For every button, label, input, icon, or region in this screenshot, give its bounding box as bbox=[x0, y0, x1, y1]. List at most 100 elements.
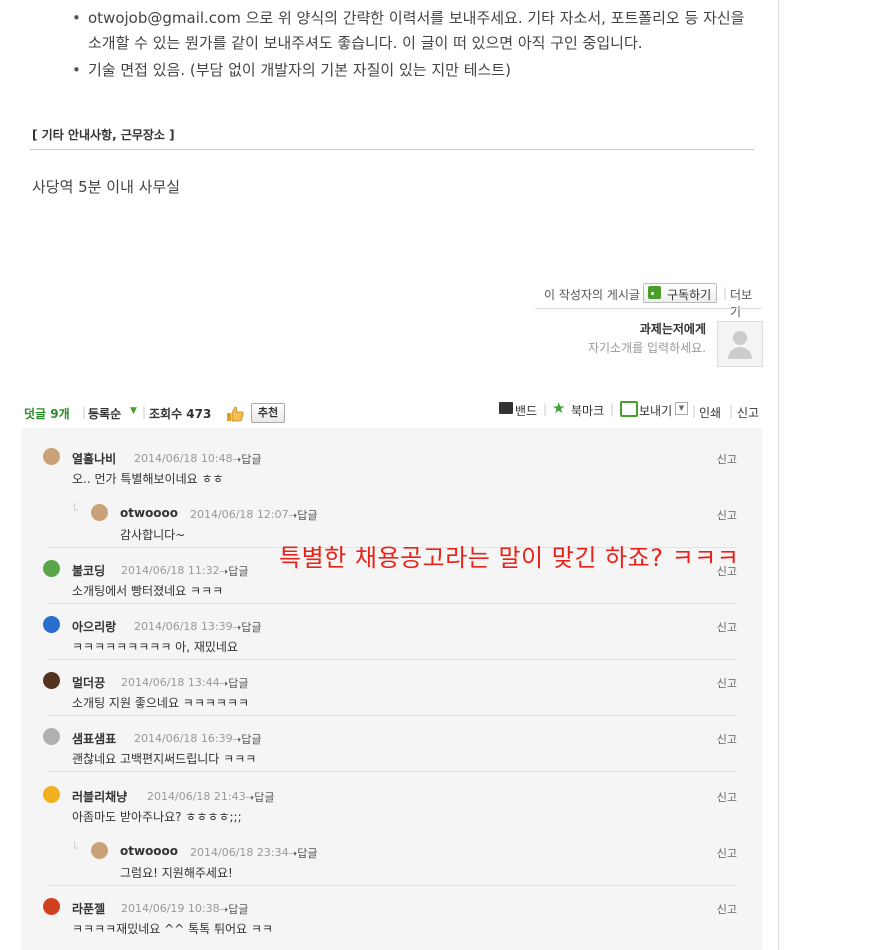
comment-date: 2014/06/18 13:39 bbox=[134, 620, 233, 633]
comment-text: 아좀마도 받아주나요? ㅎㅎㅎㅎ;;; bbox=[72, 810, 242, 824]
chevron-down-icon: ▼ bbox=[130, 406, 137, 416]
comment-author[interactable]: otwoooo bbox=[120, 844, 178, 858]
reply-label: 답글 bbox=[254, 791, 275, 804]
report-link[interactable]: 신고 bbox=[717, 507, 737, 523]
author-avatar[interactable] bbox=[717, 321, 763, 367]
reply-link[interactable]: ➝답글 bbox=[219, 675, 248, 691]
comment-author[interactable]: 멀더끙 bbox=[72, 674, 105, 691]
avatar[interactable] bbox=[43, 560, 60, 577]
divider: | bbox=[82, 405, 87, 419]
divider: | bbox=[729, 404, 734, 418]
report-link[interactable]: 신고 bbox=[717, 901, 737, 917]
reply-indent-icon: └ bbox=[71, 841, 79, 855]
comment-date: 2014/06/18 13:44 bbox=[121, 676, 220, 689]
reply-label: 답글 bbox=[297, 847, 318, 860]
sort-order-dropdown[interactable]: 등록순 bbox=[88, 405, 121, 422]
comment-item: 아으리랑 2014/06/18 13:39 ➝답글 ㅋㅋㅋㅋㅋㅋㅋㅋㅋ 아, 재밌네요… bbox=[21, 610, 762, 660]
comment-author[interactable]: 열흘나비 bbox=[72, 450, 116, 467]
reply-link[interactable]: ➝답글 bbox=[232, 451, 261, 467]
subscribe-button[interactable]: 구독하기 bbox=[643, 283, 717, 303]
comment-divider bbox=[46, 771, 737, 772]
reply-link[interactable]: ➝답글 bbox=[219, 901, 248, 917]
avatar[interactable] bbox=[43, 672, 60, 689]
comment-item: 샘표샘표 2014/06/18 16:39 ➝답글괜찮네요 고백편지써드립니다 ㅋㅋ… bbox=[21, 722, 762, 772]
star-icon: ★ bbox=[552, 399, 566, 417]
report-link[interactable]: 신고 bbox=[717, 789, 737, 805]
comment-text: ㅋㅋㅋㅋㅋㅋㅋㅋㅋ 아, 재밌네요 bbox=[72, 640, 239, 654]
comment-text: 소개팅 지원 좋으네요 ㅋㅋㅋㅋㅋㅋ bbox=[72, 696, 250, 710]
comment-author[interactable]: 라푼젤 bbox=[72, 900, 105, 917]
reply-link[interactable]: ➝답글 bbox=[232, 619, 261, 635]
reply-label: 답글 bbox=[228, 903, 249, 916]
reply-link[interactable]: ➝답글 bbox=[219, 563, 248, 579]
comment-divider bbox=[46, 715, 737, 716]
report-link[interactable]: 신고 bbox=[717, 451, 737, 467]
avatar[interactable] bbox=[43, 898, 60, 915]
comment-count[interactable]: 덧글 9개 bbox=[24, 405, 70, 422]
subscribe-label: 구독하기 bbox=[667, 288, 712, 302]
avatar[interactable] bbox=[43, 616, 60, 633]
avatar[interactable] bbox=[91, 504, 108, 521]
avatar[interactable] bbox=[43, 448, 60, 465]
reply-label: 답글 bbox=[241, 453, 262, 466]
comment-text: 그럼요! 지원해주세요! bbox=[120, 866, 233, 880]
recommend-button[interactable]: 추천 bbox=[251, 403, 285, 423]
comment-author[interactable]: otwoooo bbox=[120, 506, 178, 520]
divider: | bbox=[543, 402, 548, 416]
comment-author[interactable]: 샘표샘표 bbox=[72, 730, 116, 747]
divider: | bbox=[692, 404, 697, 418]
divider: | bbox=[142, 405, 147, 419]
section-divider bbox=[30, 149, 754, 150]
report-link[interactable]: 신고 bbox=[717, 731, 737, 747]
comment-item: 러블리채냥 2014/06/18 21:43 ➝답글 아좀마도 받아주나요? ㅎㅎㅎㅎ… bbox=[21, 780, 762, 830]
report-link[interactable]: 신고 bbox=[737, 404, 759, 421]
reply-link[interactable]: ➝답글 bbox=[288, 507, 317, 523]
reply-indent-icon: └ bbox=[71, 503, 79, 517]
comment-item: 멀더끙 2014/06/18 13:44 ➝답글소개팅 지원 좋으네요 ㅋㅋㅋㅋㅋㅋ… bbox=[21, 666, 762, 716]
comment-date: 2014/06/18 11:32 bbox=[121, 564, 220, 577]
reply-label: 답글 bbox=[228, 565, 249, 578]
reply-label: 답글 bbox=[297, 509, 318, 522]
avatar[interactable] bbox=[91, 842, 108, 859]
comment-text: 소개팅에서 빵터졌네요 ㅋㅋㅋ bbox=[72, 584, 224, 598]
content-border bbox=[778, 0, 779, 950]
report-link[interactable]: 신고 bbox=[717, 845, 737, 861]
post-bullet: otwojob@gmail.com 으로 위 양식의 간략한 이력서를 보내주세… bbox=[72, 6, 752, 56]
reply-link[interactable]: ➝답글 bbox=[245, 789, 274, 805]
comment-date: 2014/06/18 12:07 bbox=[190, 508, 289, 521]
section-title: [ 기타 안내사항, 근무장소 ] bbox=[32, 128, 175, 142]
comment-date: 2014/06/18 23:34 bbox=[190, 846, 289, 859]
comment-date: 2014/06/19 10:38 bbox=[121, 902, 220, 915]
reply-link[interactable]: ➝답글 bbox=[288, 845, 317, 861]
author-links: 이 작성자의 게시글 구독하기 | 더보기 bbox=[540, 283, 762, 319]
comment-date: 2014/06/18 16:39 bbox=[134, 732, 233, 745]
band-share-link[interactable]: 밴드 bbox=[515, 402, 537, 419]
print-link[interactable]: 인쇄 bbox=[699, 404, 721, 421]
more-link[interactable]: 더보기 bbox=[730, 286, 762, 320]
comment-item: 열흘나비 2014/06/18 10:48 ➝답글 오.. 먼가 특별해보이네요 ㅎㅎ… bbox=[21, 442, 762, 492]
reply-link[interactable]: ➝답글 bbox=[232, 731, 261, 747]
reply-item: └ otwoooo 2014/06/18 23:34 ➝답글그럼요! 지원해주세요! 신… bbox=[21, 836, 762, 886]
bookmark-link[interactable]: 북마크 bbox=[571, 402, 604, 419]
comment-date: 2014/06/18 21:43 bbox=[147, 790, 246, 803]
avatar[interactable] bbox=[43, 728, 60, 745]
comment-divider bbox=[46, 659, 737, 660]
report-link[interactable]: 신고 bbox=[717, 619, 737, 635]
author-posts-link[interactable]: 이 작성자의 게시글 bbox=[544, 286, 640, 303]
comment-text: ㅋㅋㅋㅋ재밌네요 ^^ 톡톡 튀어요 ㅋㅋ bbox=[72, 922, 273, 936]
divider: | bbox=[610, 402, 615, 416]
comment-text: 오.. 먼가 특별해보이네요 ㅎㅎ bbox=[72, 472, 224, 486]
chevron-down-icon[interactable]: ▼ bbox=[675, 402, 688, 415]
comment-author[interactable]: 불코딩 bbox=[72, 562, 105, 579]
report-link[interactable]: 신고 bbox=[717, 675, 737, 691]
comment-author[interactable]: 러블리채냥 bbox=[72, 788, 127, 805]
avatar[interactable] bbox=[43, 786, 60, 803]
rss-icon bbox=[648, 286, 661, 299]
comment-text: 괜찮네요 고백편지써드립니다 ㅋㅋㅋ bbox=[72, 752, 257, 766]
author-name[interactable]: 과제는저에게 bbox=[640, 320, 706, 337]
send-link[interactable]: 보내기 bbox=[639, 402, 672, 419]
annotation-overlay: 특별한 채용공고라는 말이 맞긴 하죠? ㅋㅋㅋ bbox=[279, 544, 740, 572]
band-icon bbox=[499, 402, 513, 414]
share-icon bbox=[620, 401, 638, 417]
comment-author[interactable]: 아으리랑 bbox=[72, 618, 116, 635]
